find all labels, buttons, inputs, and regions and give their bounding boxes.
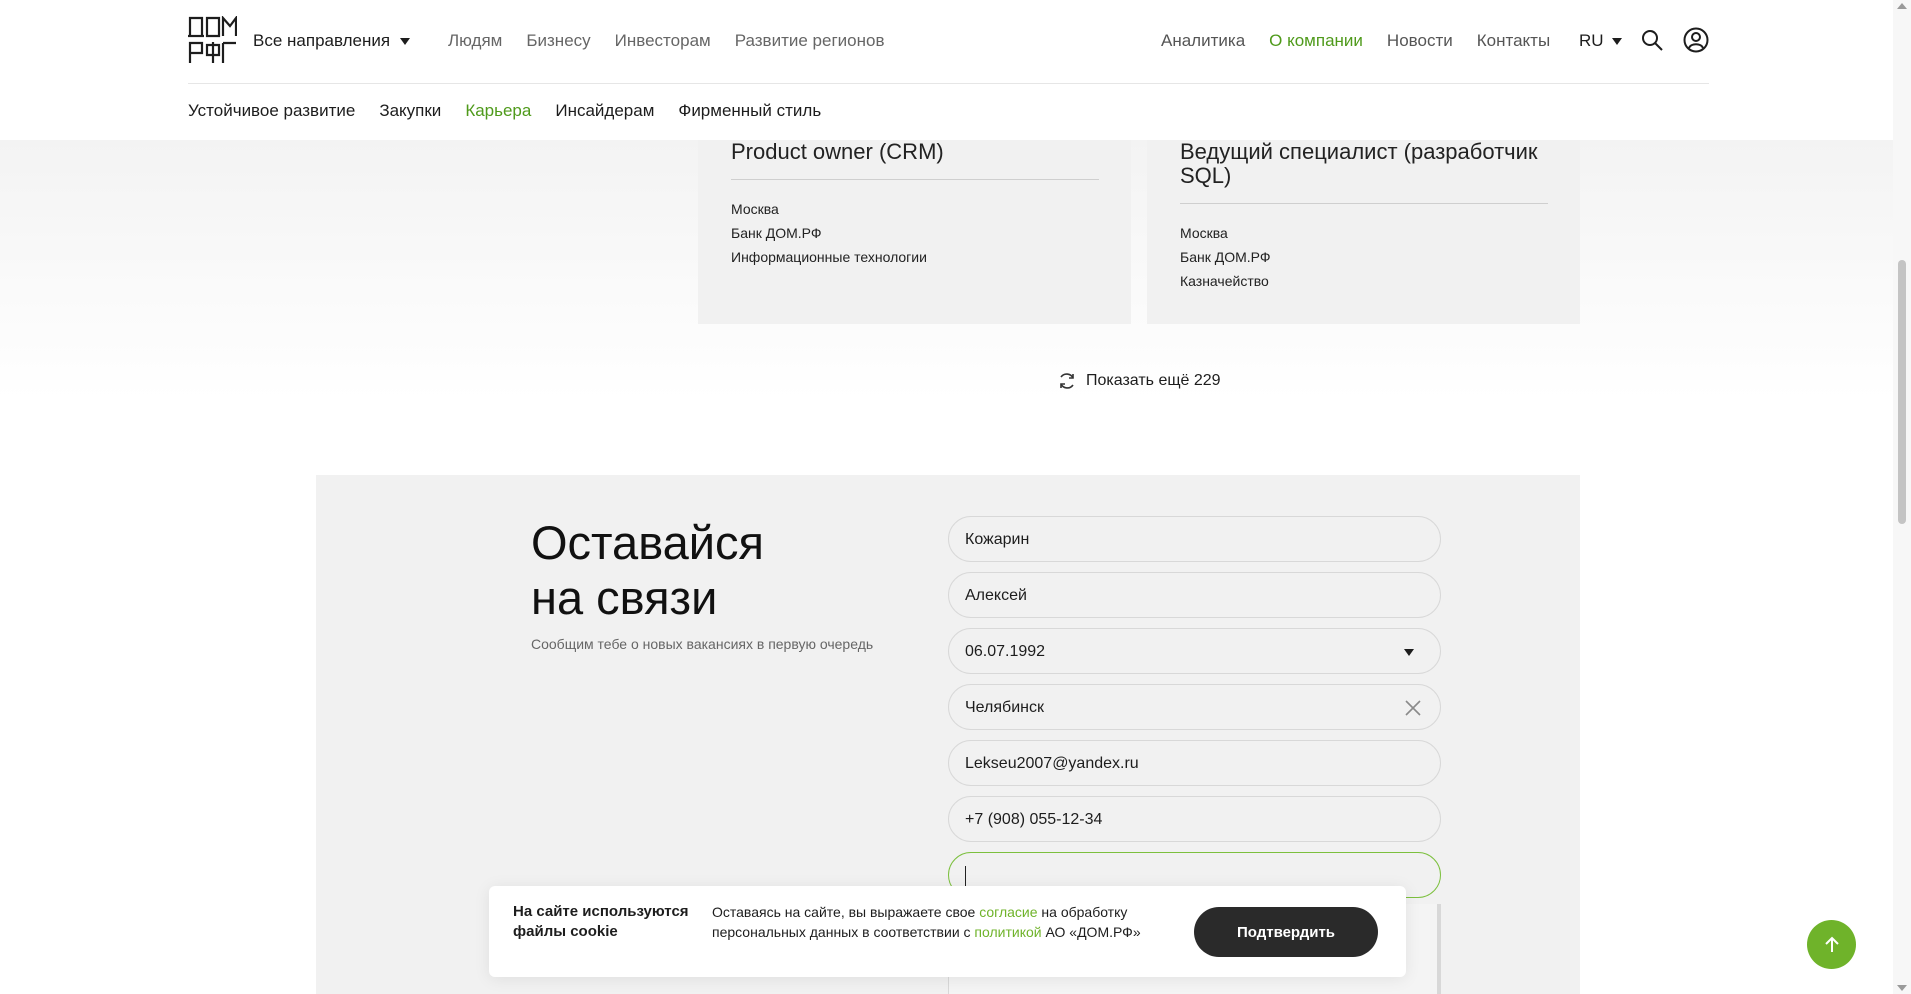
text-cursor [965,866,966,886]
sub-nav-item-brand[interactable]: Фирменный стиль [678,101,821,121]
vacancy-company: Банк ДОМ.РФ [731,225,822,241]
nav-item-about[interactable]: О компании [1269,31,1363,51]
header-divider [188,83,1709,84]
scroll-to-top-button[interactable] [1807,920,1856,969]
birth-date-select[interactable]: 06.07.1992 [948,628,1441,674]
language-label: RU [1579,31,1604,50]
sub-nav: Устойчивое развитие Закупки Карьера Инса… [188,101,821,121]
vacancy-department: Информационные технологии [731,249,927,265]
birth-date-value: 06.07.1992 [965,643,1046,660]
chevron-down-icon [1611,37,1622,45]
site-header: Все направления Людям Бизнесу Инвесторам… [0,0,1893,140]
first-name-value: Алексей [965,587,1027,604]
cookie-text: Оставаясь на сайте, вы выражаете свое со… [712,904,1141,940]
close-icon[interactable] [1402,697,1424,719]
last-name-field[interactable]: Кожарин [948,516,1441,562]
last-name-value: Кожарин [965,531,1030,548]
sub-nav-item-career[interactable]: Карьера [465,101,531,121]
main-nav: Людям Бизнесу Инвесторам Развитие регион… [448,31,884,51]
nav-item-regions[interactable]: Развитие регионов [735,31,885,51]
card-divider [1180,203,1548,204]
language-selector[interactable]: RU [1579,31,1622,51]
phone-field[interactable]: +7 (908) 055-12-34 [948,796,1441,842]
vacancy-title[interactable]: Product owner (CRM) [731,140,1101,164]
city-value: Челябинск [965,699,1044,716]
nav-item-investors[interactable]: Инвесторам [615,31,711,51]
sub-nav-item-insiders[interactable]: Инсайдерам [555,101,654,121]
confirm-button[interactable]: Подтвердить [1194,907,1378,957]
email-field[interactable]: Lekseu2007@yandex.ru [948,740,1441,786]
cookie-banner: На сайте используются файлы cookie Остав… [489,886,1406,977]
consent-link[interactable]: согласие [979,904,1037,920]
all-directions-label: Все направления [253,31,391,50]
cookie-title: На сайте используются файлы cookie [513,903,689,940]
first-name-field[interactable]: Алексей [948,572,1441,618]
user-icon[interactable] [1683,27,1709,53]
chevron-down-icon [1404,649,1414,656]
sub-nav-item-sustainability[interactable]: Устойчивое развитие [188,101,355,121]
subscribe-subtitle: Сообщим тебе о новых вакансиях в первую … [531,636,874,652]
dom-rf-logo[interactable] [188,16,237,64]
chevron-down-icon [400,37,411,45]
vacancy-card[interactable]: Product owner (CRM) Москва Банк ДОМ.РФ И… [698,140,1131,324]
city-field[interactable]: Челябинск [948,684,1441,730]
vacancy-department: Казначейство [1180,273,1269,289]
card-divider [731,179,1099,180]
nav-item-analytics[interactable]: Аналитика [1161,31,1245,51]
subscribe-title: Оставайся на связи [531,516,764,624]
nav-item-contacts[interactable]: Контакты [1477,31,1550,51]
vacancy-title[interactable]: Ведущий специалист (разработчик SQL) [1180,140,1550,188]
policy-link[interactable]: политикой [974,924,1041,940]
show-more-button[interactable]: Показать ещё 229 [1058,372,1221,390]
arrow-up-icon [1824,936,1839,952]
nav-item-people[interactable]: Людям [448,31,502,51]
all-directions-dropdown[interactable]: Все направления [253,31,411,51]
scroll-down-icon[interactable] [1897,985,1907,991]
nav-item-business[interactable]: Бизнесу [526,31,590,51]
scrollbar-thumb[interactable] [1898,260,1906,524]
phone-value: +7 (908) 055-12-34 [965,811,1103,828]
vacancy-city: Москва [1180,225,1228,241]
show-more-label: Показать ещё 229 [1086,372,1221,389]
vacancy-city: Москва [731,201,779,217]
sub-nav-item-procurement[interactable]: Закупки [379,101,441,121]
email-value: Lekseu2007@yandex.ru [965,755,1139,772]
scroll-up-icon[interactable] [1897,3,1907,9]
nav-item-news[interactable]: Новости [1387,31,1453,51]
search-icon[interactable] [1640,28,1664,52]
vacancy-card[interactable]: Ведущий специалист (разработчик SQL) Мос… [1147,140,1580,324]
vacancy-company: Банк ДОМ.РФ [1180,249,1271,265]
refresh-icon [1060,373,1074,389]
secondary-nav: Аналитика О компании Новости Контакты [1161,31,1550,51]
